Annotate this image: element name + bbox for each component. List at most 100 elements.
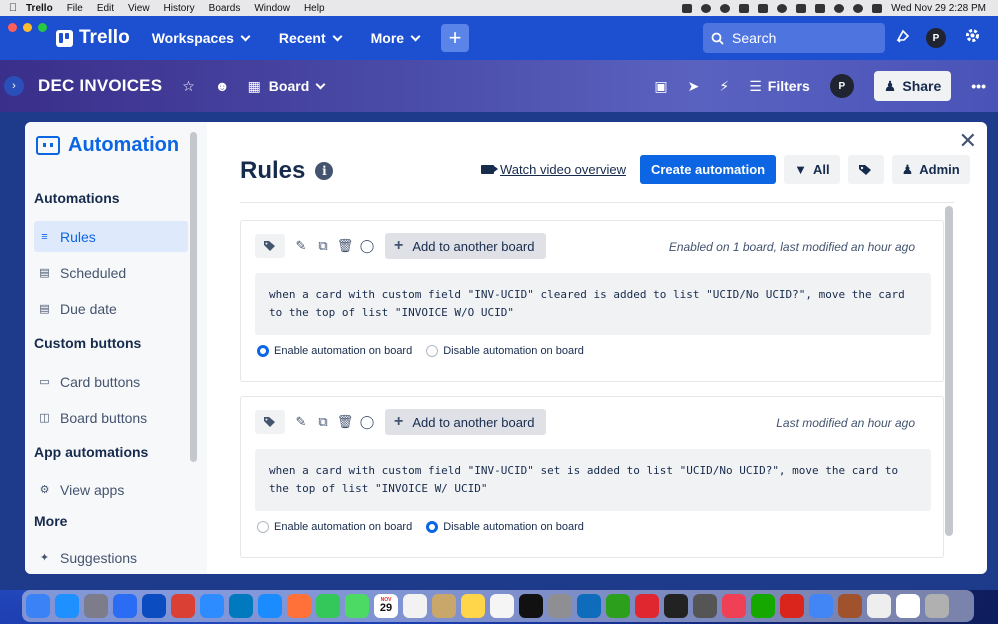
app-store-icon[interactable] (55, 594, 79, 618)
firefox-icon[interactable] (287, 594, 311, 618)
dictionary-icon[interactable] (838, 594, 862, 618)
recent-menu[interactable]: Recent (279, 30, 343, 46)
contacts-icon[interactable] (432, 594, 456, 618)
sidebar-item-scheduled[interactable]: ▤ Scheduled (34, 257, 188, 288)
automation-rocket-icon[interactable]: ➤ (688, 78, 700, 95)
reminders-icon[interactable] (403, 594, 427, 618)
sidebar-scrollbar[interactable] (190, 132, 197, 462)
1password-tray-icon[interactable] (701, 3, 712, 13)
copy-icon[interactable]: ⧉ (315, 238, 331, 254)
disable-radio[interactable]: Disable automation on board (426, 521, 584, 533)
more-menu[interactable]: More (371, 30, 421, 46)
trello-logo[interactable]: Trello (56, 27, 130, 49)
copy-icon[interactable]: ⧉ (315, 414, 331, 430)
calculator-icon[interactable] (693, 594, 717, 618)
maps-icon[interactable] (345, 594, 369, 618)
sync-tray-icon[interactable] (720, 3, 731, 13)
testflight-icon[interactable] (113, 594, 137, 618)
safari-icon[interactable] (258, 594, 282, 618)
sidebar-item-board-buttons[interactable]: ◫ Board buttons (34, 402, 188, 433)
profile-avatar-button[interactable]: P (926, 28, 946, 48)
menu-boards[interactable]: Boards (209, 3, 241, 14)
bluetooth-tray-icon[interactable] (796, 3, 807, 13)
play-tray-icon[interactable] (777, 3, 788, 13)
workspace-visibility-icon[interactable]: ☻ (215, 78, 230, 94)
sidebar-item-suggestions[interactable]: ✦ Suggestions (34, 542, 188, 573)
settings-icon[interactable] (548, 594, 572, 618)
admin-button[interactable]: ♟ Admin (891, 155, 970, 184)
add-to-another-board-button[interactable]: + Add to another board (385, 409, 546, 435)
1password-icon[interactable] (142, 594, 166, 618)
wifi-tray-icon[interactable] (834, 3, 845, 13)
acrobat-icon[interactable] (780, 594, 804, 618)
sidebar-expand-button[interactable]: › (4, 76, 24, 96)
zoom-icon[interactable] (200, 594, 224, 618)
todoist-icon[interactable] (171, 594, 195, 618)
menu-window[interactable]: Window (254, 3, 290, 14)
close-icon[interactable]: ✕ (959, 128, 977, 154)
trello-icon[interactable] (229, 594, 253, 618)
share-button[interactable]: ♟ Share (873, 71, 952, 101)
trash-icon[interactable]: 🗑 (337, 238, 354, 254)
screenshot-tray-icon[interactable] (682, 3, 693, 13)
pdf-icon[interactable] (896, 594, 920, 618)
launchpad-icon[interactable] (84, 594, 108, 618)
notes-icon[interactable] (461, 594, 485, 618)
enable-radio[interactable]: Enable automation on board (257, 345, 412, 357)
filter-all-button[interactable]: ▼ All (784, 155, 840, 184)
apple-menu-icon[interactable]:  (0, 2, 26, 14)
star-icon[interactable]: ☆ (182, 78, 195, 95)
spotlight-tray-icon[interactable] (853, 3, 864, 13)
calendar-icon[interactable]: NOV 29 (374, 594, 398, 618)
sidebar-item-view-apps[interactable]: ⚙ View apps (34, 474, 188, 505)
menu-edit[interactable]: Edit (97, 3, 114, 14)
rule-tag-button[interactable] (255, 410, 285, 434)
board-view-switcher[interactable]: ▦ Board (248, 78, 326, 95)
board-title[interactable]: DEC INVOICES (38, 76, 162, 96)
enable-radio[interactable]: Enable automation on board (257, 521, 412, 533)
create-automation-button[interactable]: Create automation (639, 155, 777, 184)
battery-tray-icon[interactable] (815, 3, 826, 13)
workspaces-menu[interactable]: Workspaces (152, 30, 251, 46)
freeform-icon[interactable] (490, 594, 514, 618)
automation-bolt-icon[interactable]: ⚡ (719, 78, 729, 95)
settings-gear-icon[interactable] (964, 27, 981, 48)
trash-icon[interactable] (925, 594, 949, 618)
chrome-icon[interactable] (809, 594, 833, 618)
menu-view[interactable]: View (128, 3, 150, 14)
lightbulb-icon[interactable]: ◯ (359, 238, 375, 254)
sidebar-item-card-buttons[interactable]: ▭ Card buttons (34, 366, 188, 397)
zoom-window-button[interactable] (38, 23, 47, 32)
cloud-tray-icon[interactable] (739, 3, 750, 13)
control-center-tray-icon[interactable] (872, 3, 883, 13)
pocket-icon[interactable] (722, 594, 746, 618)
rules-scrollbar[interactable] (945, 206, 953, 536)
info-icon[interactable]: i (315, 162, 334, 180)
power-ups-icon[interactable]: ▣ (654, 78, 667, 95)
search-input[interactable]: Search (703, 23, 885, 53)
sidebar-item-rules[interactable]: ≡ Rules (34, 221, 188, 252)
watch-video-link[interactable]: Watch video overview (481, 162, 626, 177)
quickbooks-icon[interactable] (606, 594, 630, 618)
shield-tray-icon[interactable] (758, 3, 769, 13)
menu-history[interactable]: History (164, 3, 195, 14)
edit-pencil-icon[interactable]: ✎ (293, 414, 309, 430)
edit-pencil-icon[interactable]: ✎ (293, 238, 309, 254)
filters-button[interactable]: ☰ Filters (749, 78, 810, 95)
menubar-clock[interactable]: Wed Nov 29 2:28 PM (891, 3, 986, 14)
facetime-icon[interactable] (316, 594, 340, 618)
minimize-window-button[interactable] (23, 23, 32, 32)
activity-monitor-icon[interactable] (664, 594, 688, 618)
tags-filter-button[interactable] (847, 155, 884, 184)
trash-icon[interactable]: 🗑 (337, 414, 354, 430)
menu-file[interactable]: File (67, 3, 83, 14)
close-window-button[interactable] (8, 23, 17, 32)
document-icon[interactable] (867, 594, 891, 618)
create-plus-button[interactable]: + (441, 24, 470, 52)
sidebar-item-due-date[interactable]: ▤ Due date (34, 293, 188, 324)
upwork-icon[interactable] (751, 594, 775, 618)
notifications-icon[interactable] (895, 29, 911, 49)
tv-icon[interactable] (519, 594, 543, 618)
more-options-icon[interactable]: ••• (971, 78, 986, 94)
acrobat-cloud-icon[interactable] (635, 594, 659, 618)
